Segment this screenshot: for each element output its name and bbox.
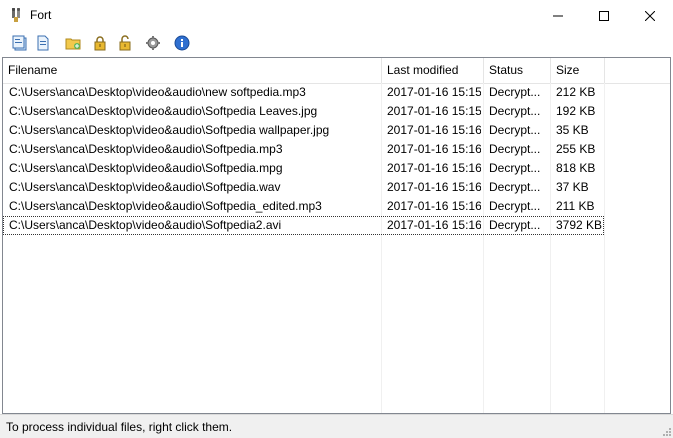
table-row[interactable]: C:\Users\anca\Desktop\video&audio\Softpe… [3,197,604,216]
size-cell: 212 KB [556,85,596,99]
filename-cell: C:\Users\anca\Desktop\video&audio\Softpe… [9,199,322,213]
modified-cell: 2017-01-16 15:15 [387,104,481,118]
minimize-icon [553,15,563,16]
filename-cell: C:\Users\anca\Desktop\video&audio\Softpe… [9,180,281,194]
size-cell: 37 KB [556,180,589,194]
size-cell: 211 KB [556,199,595,213]
title-bar[interactable]: Fort [0,0,673,31]
filename-cell: C:\Users\anca\Desktop\video&audio\Softpe… [9,104,318,118]
decrypt-button[interactable] [116,34,134,52]
modified-cell: 2017-01-16 15:16 [387,199,481,213]
size-cell: 192 KB [556,104,596,118]
encrypt-button[interactable] [91,34,109,52]
filename-cell: C:\Users\anca\Desktop\video&audio\Softpe… [9,218,282,232]
add-files-button[interactable] [11,34,29,52]
add-folder-button[interactable] [64,34,82,52]
modified-cell: 2017-01-16 15:16 [387,142,481,156]
table-row[interactable]: C:\Users\anca\Desktop\video&audio\Softpe… [3,102,604,121]
info-button[interactable] [173,34,191,52]
filename-cell: C:\Users\anca\Desktop\video&audio\Softpe… [9,142,283,156]
status-cell: Decrypt... [489,85,541,99]
table-row[interactable]: C:\Users\anca\Desktop\video&audio\Softpe… [3,140,604,159]
size-cell: 255 KB [556,142,596,156]
add-files-icon [12,35,27,51]
info-icon [174,35,190,51]
status-bar: To process individual files, right click… [0,414,673,438]
modified-cell: 2017-01-16 15:16 [387,218,481,232]
filename-cell: C:\Users\anca\Desktop\video&audio\new so… [9,85,306,99]
table-row[interactable]: C:\Users\anca\Desktop\video&audio\Softpe… [3,178,604,197]
resize-grip-icon[interactable] [661,426,671,436]
status-cell: Decrypt... [489,180,541,194]
close-icon [645,10,655,21]
table-row-selected[interactable]: C:\Users\anca\Desktop\video&audio\Softpe… [3,216,604,235]
decrypt-icon [119,35,131,51]
column-divider [604,83,605,413]
status-cell: Decrypt... [489,104,541,118]
maximize-button[interactable] [581,0,627,31]
status-cell: Decrypt... [489,199,541,213]
column-header-filename[interactable]: Filename [3,58,382,83]
column-header-last-modified[interactable]: Last modified [382,58,484,83]
size-cell: 35 KB [556,123,589,137]
modified-cell: 2017-01-16 15:16 [387,180,481,194]
add-file-icon [37,35,49,51]
table-row[interactable]: C:\Users\anca\Desktop\video&audio\new so… [3,83,604,102]
filename-cell: C:\Users\anca\Desktop\video&audio\Softpe… [9,161,283,175]
modified-cell: 2017-01-16 15:15 [387,85,481,99]
file-list[interactable]: Filename Last modified Status Size C:\Us… [2,57,671,414]
status-cell: Decrypt... [489,218,541,232]
column-header-size[interactable]: Size [551,58,605,83]
add-file-button[interactable] [34,34,52,52]
settings-icon [146,36,160,50]
status-cell: Decrypt... [489,161,541,175]
status-text: To process individual files, right click… [6,420,233,434]
toolbar [0,31,673,56]
status-cell: Decrypt... [489,123,541,137]
column-header-status[interactable]: Status [484,58,551,83]
modified-cell: 2017-01-16 15:16 [387,123,481,137]
status-cell: Decrypt... [489,142,541,156]
table-row[interactable]: C:\Users\anca\Desktop\video&audio\Softpe… [3,121,604,140]
encrypt-icon [94,36,106,51]
modified-cell: 2017-01-16 15:16 [387,161,481,175]
app-icon [9,7,25,23]
minimize-button[interactable] [535,0,581,31]
window-title: Fort [30,8,52,22]
size-cell: 3792 KB [556,218,603,232]
size-cell: 818 KB [556,161,596,175]
filename-cell: C:\Users\anca\Desktop\video&audio\Softpe… [9,123,330,137]
maximize-icon [599,10,609,21]
table-row[interactable]: C:\Users\anca\Desktop\video&audio\Softpe… [3,159,604,178]
add-folder-icon [65,38,81,50]
list-header: Filename Last modified Status Size [3,58,670,84]
settings-button[interactable] [144,34,162,52]
close-button[interactable] [627,0,673,31]
